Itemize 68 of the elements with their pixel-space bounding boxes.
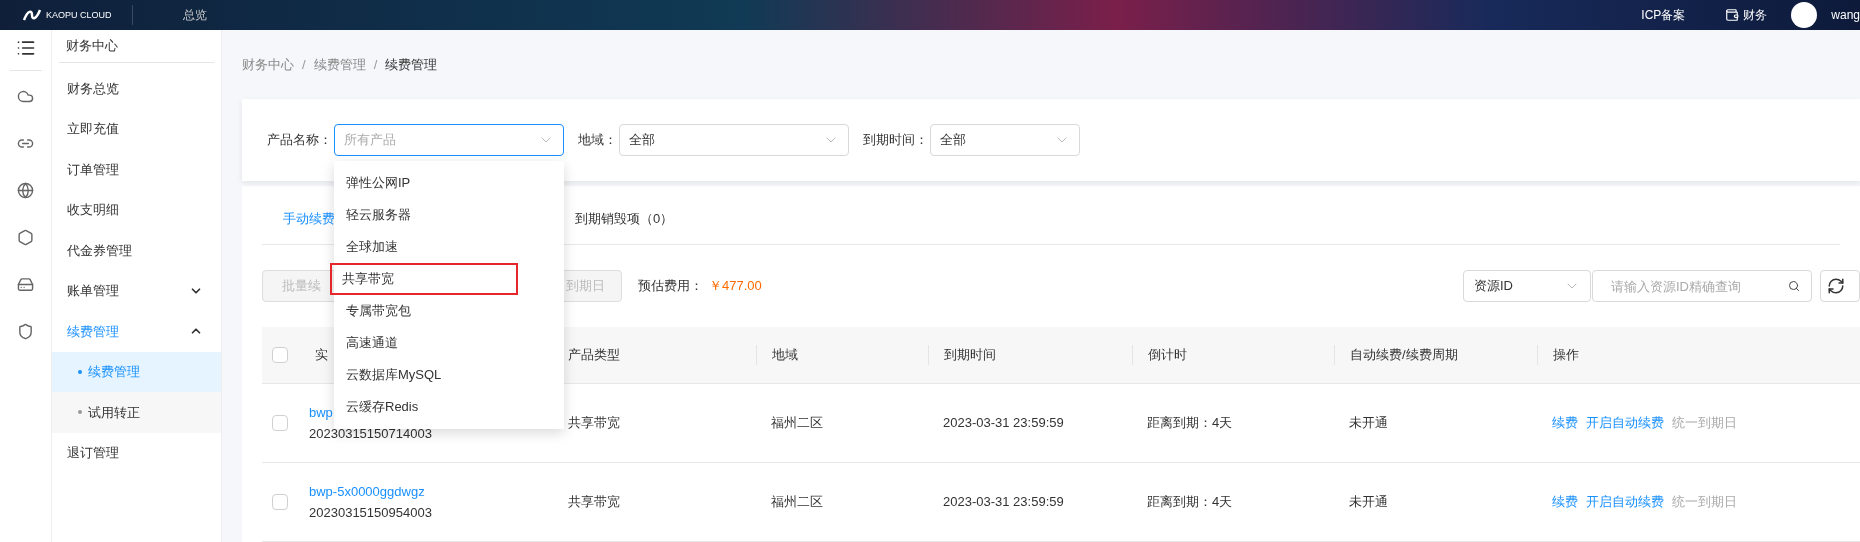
table-cell: 福州二区 <box>771 494 823 510</box>
column-header: 操作 <box>1553 346 1579 365</box>
user-name[interactable]: wang <box>1831 6 1860 24</box>
resource-type-select[interactable]: 资源ID <box>1463 270 1591 302</box>
search-field[interactable]: 请输入资源ID精确查询 <box>1592 270 1812 302</box>
sidebar-item[interactable]: 财务总览 <box>52 68 221 109</box>
dropdown-option[interactable]: 全球加速 <box>334 230 564 263</box>
estimate-label: 预估费用： <box>638 277 703 296</box>
checkbox[interactable] <box>272 347 288 363</box>
column-header: 产品类型 <box>568 346 620 365</box>
checkbox[interactable] <box>272 494 288 510</box>
instance-number: 20230315150954003 <box>309 504 432 522</box>
table-cell: 共享带宽 <box>568 494 620 510</box>
column-header: 自动续费/续费周期 <box>1350 346 1458 365</box>
menu-icon[interactable] <box>15 38 36 58</box>
dropdown-option[interactable]: 云数据库MySQL <box>334 358 564 391</box>
sidebar-item[interactable]: 订单管理 <box>52 149 221 190</box>
filter-label: 到期时间： <box>863 131 928 150</box>
table-cell: 距离到期：4天 <box>1147 494 1233 510</box>
drive-icon[interactable] <box>17 276 34 293</box>
sidebar-item[interactable]: 收支明细 <box>52 189 221 230</box>
instance-number: 20230315150714003 <box>309 425 432 443</box>
checkbox[interactable] <box>272 415 288 431</box>
breadcrumb-separator: / <box>373 55 378 74</box>
table-cell: 2023-03-31 23:59:59 <box>943 494 1064 510</box>
logo-text: KAOPU CLOUD <box>46 10 112 20</box>
sidebar-item[interactable]: 账单管理 <box>52 270 221 311</box>
dropdown-option[interactable]: 轻云服务器 <box>334 198 564 231</box>
globe-icon[interactable] <box>17 182 34 199</box>
cloud-icon[interactable] <box>17 88 34 105</box>
column-header: 地域 <box>772 346 798 365</box>
sidebar-item[interactable]: 退订管理 <box>52 432 221 473</box>
refresh-button[interactable] <box>1820 270 1860 302</box>
table-cell: 共享带宽 <box>568 415 620 431</box>
finance-link[interactable]: 财务 <box>1743 6 1768 24</box>
select-field[interactable]: 全部 <box>619 123 849 156</box>
icp-link[interactable]: ICP备案 <box>1641 6 1686 24</box>
sidebar-item[interactable]: 代金券管理 <box>52 230 221 271</box>
sidebar-title: 财务中心 <box>59 30 214 63</box>
nav-link[interactable]: 总览 <box>183 6 207 24</box>
estimate-value: ￥477.00 <box>709 277 762 296</box>
table-cell: 未开通 <box>1349 415 1388 431</box>
sidebar-item[interactable]: 立即充值 <box>52 108 221 149</box>
tab[interactable]: 到期销毁项（0） <box>575 208 674 244</box>
breadcrumb-separator: / <box>302 55 306 74</box>
column-header: 到期时间 <box>944 346 996 365</box>
column-header: 实 <box>315 346 328 365</box>
shield-icon[interactable] <box>17 323 34 340</box>
dropdown-option[interactable]: 高速通道 <box>334 326 564 359</box>
table-cell: 未开通 <box>1349 494 1388 510</box>
dropdown-option[interactable]: 弹性公网IP <box>334 166 564 199</box>
avatar[interactable] <box>1791 2 1818 28</box>
select-field[interactable]: 全部 <box>930 123 1080 156</box>
logo-icon <box>22 8 42 22</box>
dropdown-option[interactable]: 共享带宽 <box>330 262 518 295</box>
sidebar-subitem[interactable]: 试用转正 <box>52 392 221 433</box>
refresh-icon <box>1827 277 1845 295</box>
table-cell: 2023-03-31 23:59:59 <box>943 415 1064 431</box>
column-header: 倒计时 <box>1148 346 1187 365</box>
breadcrumb-item[interactable]: 续费管理 <box>313 54 366 75</box>
filter-label: 地域： <box>578 131 617 150</box>
breadcrumb-item: 续费管理 <box>385 55 438 74</box>
table-cell: 距离到期：4天 <box>1147 415 1233 431</box>
dropdown-option[interactable]: 云缓存Redis <box>334 390 564 423</box>
filter-label: 产品名称： <box>267 131 332 150</box>
table-cell: 福州二区 <box>771 415 823 431</box>
search-icon <box>1788 280 1800 292</box>
wallet-icon <box>1725 8 1740 22</box>
